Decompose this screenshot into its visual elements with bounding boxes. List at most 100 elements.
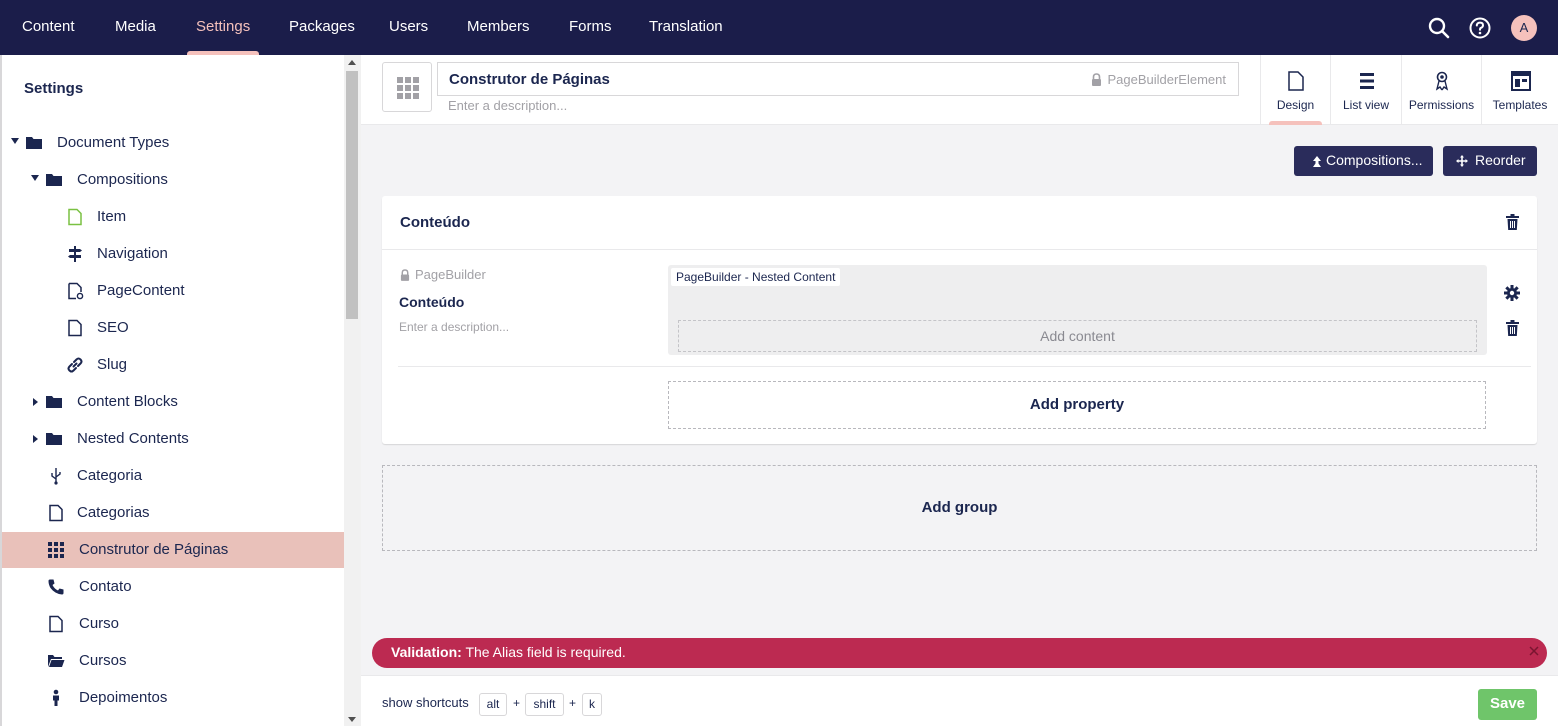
- alias-field[interactable]: PageBuilderElement: [1092, 72, 1226, 87]
- doctype-name-input[interactable]: Construtor de Páginas PageBuilderElement: [437, 62, 1239, 96]
- validation-message: The Alias field is required.: [465, 644, 626, 660]
- tree-item-categoria[interactable]: Categoria: [2, 458, 344, 494]
- document-icon: [68, 319, 82, 337]
- show-shortcuts-link[interactable]: show shortcuts: [382, 695, 469, 710]
- tree-item-label: PageContent: [97, 282, 185, 299]
- search-icon[interactable]: [1426, 15, 1452, 41]
- add-property-button[interactable]: Add property: [668, 381, 1486, 429]
- tree-item-navigation[interactable]: Navigation: [2, 236, 344, 272]
- sidebar-title: Settings: [24, 80, 84, 97]
- group-divider: [382, 249, 1537, 250]
- shortcut-key-shift: shift: [525, 693, 564, 716]
- document-icon: [68, 208, 82, 226]
- scrollbar-thumb[interactable]: [346, 71, 358, 319]
- scroll-down-arrow-icon[interactable]: [348, 717, 356, 722]
- lock-icon[interactable]: [1091, 73, 1102, 86]
- reorder-button[interactable]: Reorder: [1443, 146, 1537, 176]
- nav-users[interactable]: Users: [389, 0, 428, 55]
- tab-design[interactable]: Design: [1260, 55, 1330, 125]
- move-icon: [1456, 155, 1468, 167]
- document-icon: [49, 504, 63, 522]
- shortcut-key-k: k: [582, 693, 602, 716]
- tree-item-categorias[interactable]: Categorias: [2, 495, 344, 531]
- link-icon: [67, 357, 83, 373]
- tree-item-slug[interactable]: Slug: [2, 347, 344, 383]
- property-description-input[interactable]: Enter a description...: [399, 320, 509, 334]
- add-group-button[interactable]: Add group: [382, 465, 1537, 551]
- property-alias[interactable]: PageBuilder: [415, 267, 486, 282]
- nav-content[interactable]: Content: [22, 0, 75, 55]
- property-editor-preview[interactable]: PageBuilder - Nested Content Add content: [668, 265, 1487, 355]
- person-icon: [53, 689, 59, 706]
- lock-icon[interactable]: [400, 269, 410, 281]
- grid-icon: [48, 542, 64, 558]
- tree-item-label: Construtor de Páginas: [79, 541, 229, 558]
- editor-footer: show shortcuts alt + shift + k Save: [361, 675, 1558, 726]
- tree-item-document-types[interactable]: Document Types: [2, 125, 344, 161]
- compositions-button[interactable]: Compositions...: [1294, 146, 1433, 176]
- alias-value: PageBuilderElement: [1107, 72, 1226, 87]
- list-icon: [1360, 73, 1374, 89]
- group-title[interactable]: Conteúdo: [400, 214, 470, 231]
- tree-item-label: Contato: [79, 578, 132, 595]
- active-tab-indicator: [1269, 121, 1322, 125]
- tree-item-curso[interactable]: Curso: [2, 606, 344, 642]
- tree-item-pagecontent[interactable]: PageContent: [2, 273, 344, 309]
- compositions-label: Compositions...: [1326, 152, 1423, 168]
- tab-list-view[interactable]: List view: [1330, 55, 1401, 125]
- grid-icon: [397, 77, 419, 99]
- shortcut-plus: +: [569, 696, 577, 710]
- tree-item-nested-contents[interactable]: Nested Contents: [2, 421, 344, 457]
- close-icon[interactable]: [1527, 644, 1541, 658]
- validation-prefix: Validation:: [391, 644, 462, 660]
- delete-group-icon[interactable]: [1506, 214, 1519, 230]
- tab-design-label: Design: [1276, 98, 1315, 112]
- tab-permissions-label: Permissions: [1408, 98, 1475, 112]
- shortcut-key-alt: alt: [479, 693, 507, 716]
- signpost-icon: [68, 246, 82, 262]
- nav-settings[interactable]: Settings: [187, 0, 260, 55]
- tree-item-compositions[interactable]: Compositions: [2, 162, 344, 198]
- doctype-name-value: Construtor de Páginas: [449, 71, 610, 88]
- tab-permissions[interactable]: Permissions: [1401, 55, 1481, 125]
- editor-header: Construtor de Páginas PageBuilderElement…: [361, 55, 1558, 125]
- tree-item-label: SEO: [97, 319, 129, 336]
- sidebar-scrollbar[interactable]: [344, 55, 361, 726]
- tree-item-construtor-de-paginas[interactable]: Construtor de Páginas: [2, 532, 344, 568]
- nav-media[interactable]: Media: [115, 0, 156, 55]
- caret-right-icon[interactable]: [33, 435, 38, 443]
- reorder-label: Reorder: [1475, 152, 1526, 168]
- doctype-description-input[interactable]: Enter a description...: [448, 98, 567, 113]
- tree-item-depoimentos[interactable]: Depoimentos: [2, 680, 344, 716]
- add-content-button[interactable]: Add content: [678, 320, 1477, 352]
- save-button[interactable]: Save: [1478, 689, 1537, 720]
- caret-down-icon[interactable]: [31, 175, 39, 181]
- help-icon[interactable]: [1467, 15, 1493, 41]
- nav-packages[interactable]: Packages: [289, 0, 355, 55]
- tree-item-cursos[interactable]: Cursos: [2, 643, 344, 679]
- caret-down-icon[interactable]: [11, 138, 19, 144]
- nav-members[interactable]: Members: [467, 0, 530, 55]
- delete-property-icon[interactable]: [1506, 320, 1519, 336]
- tree-item-label: Categorias: [77, 504, 150, 521]
- property-name[interactable]: Conteúdo: [399, 294, 464, 310]
- tree-item-seo[interactable]: SEO: [2, 310, 344, 346]
- folder-icon: [46, 433, 62, 445]
- editor-type-tag: PageBuilder - Nested Content: [671, 268, 841, 286]
- validation-notification: Validation: The Alias field is required.: [372, 638, 1547, 668]
- tree-item-label: Cursos: [79, 652, 127, 669]
- property-group: Conteúdo PageBuilder Conteúdo Enter a de…: [382, 196, 1537, 444]
- doctype-icon-picker[interactable]: [382, 62, 432, 112]
- caret-right-icon[interactable]: [33, 398, 38, 406]
- user-avatar[interactable]: A: [1511, 15, 1537, 41]
- document-settings-icon: [68, 282, 84, 300]
- tree-item-contato[interactable]: Contato: [2, 569, 344, 605]
- nav-forms[interactable]: Forms: [569, 0, 612, 55]
- nav-translation[interactable]: Translation: [649, 0, 723, 55]
- tab-templates[interactable]: Templates: [1481, 55, 1558, 125]
- tree-item-label: Depoimentos: [79, 689, 168, 706]
- tree-item-item[interactable]: Item: [2, 199, 344, 235]
- tree-item-content-blocks[interactable]: Content Blocks: [2, 384, 344, 420]
- scroll-up-arrow-icon[interactable]: [348, 60, 356, 65]
- gear-icon[interactable]: [1504, 285, 1520, 301]
